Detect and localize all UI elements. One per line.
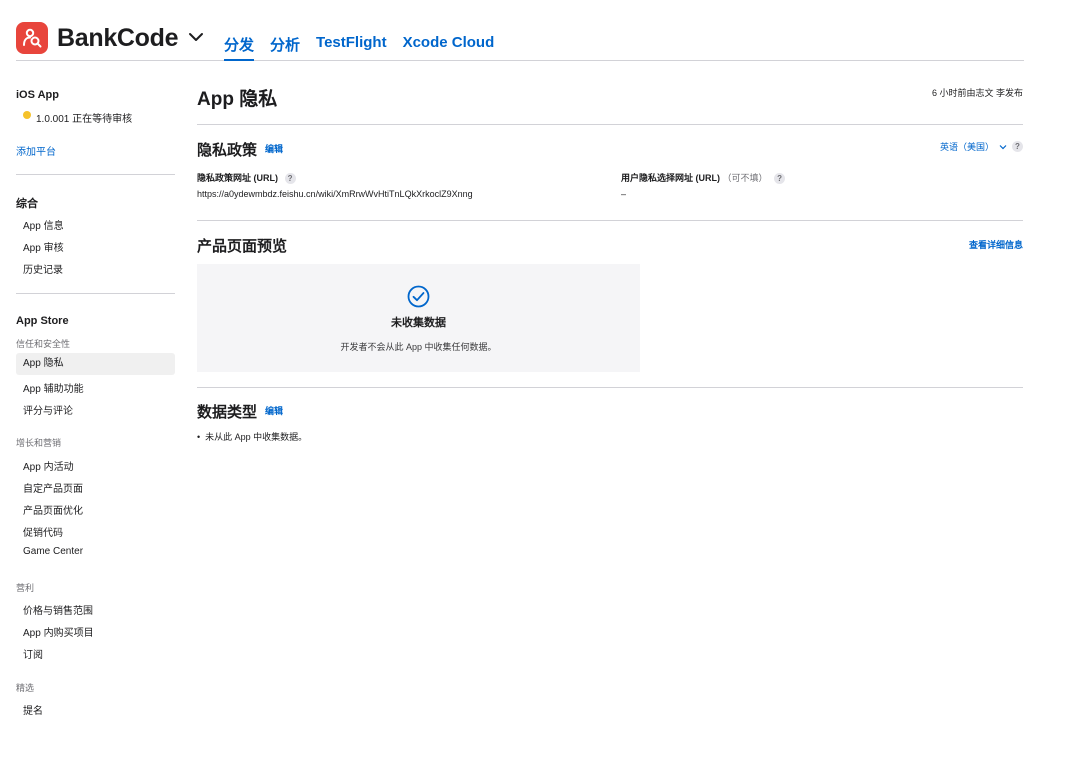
checkmark-circle-icon <box>407 285 430 308</box>
add-platform-link[interactable]: 添加平台 <box>16 143 56 158</box>
sidebar-item-custom-product-pages[interactable]: 自定产品页面 <box>16 480 83 495</box>
sidebar-heading-general: 综合 <box>16 198 38 210</box>
tab-distribution[interactable]: 分发 <box>224 34 255 61</box>
privacy-url-label: 隐私政策网址 (URL) <box>197 173 278 183</box>
choice-url-label-row: 用户隐私选择网址 (URL) （可不填） ? <box>621 171 786 185</box>
sidebar-item-subscriptions[interactable]: 订阅 <box>16 646 43 661</box>
language-selector[interactable]: 英语（美国） ? <box>900 140 1023 153</box>
sidebar-item-accessibility[interactable]: App 辅助功能 <box>16 380 84 395</box>
chevron-down-icon <box>999 144 1007 149</box>
tab-analytics[interactable]: 分析 <box>270 34 300 60</box>
help-icon[interactable]: ? <box>284 173 296 185</box>
section-divider <box>197 220 1023 221</box>
choice-url-value: – <box>621 189 627 199</box>
sidebar-item-product-page-optimization[interactable]: 产品页面优化 <box>16 502 83 517</box>
sidebar-group-featured: 精选 <box>16 683 35 693</box>
choice-url-label: 用户隐私选择网址 (URL) <box>621 173 720 183</box>
sidebar-item-app-privacy[interactable]: App 隐私 <box>16 353 175 375</box>
sidebar-divider <box>16 174 175 175</box>
data-types-bullet-text: 未从此 App 中收集数据。 <box>205 432 308 442</box>
sidebar-item-in-app-purchases[interactable]: App 内购买项目 <box>16 624 94 639</box>
tab-testflight[interactable]: TestFlight <box>316 34 387 60</box>
bullet-icon: • <box>197 432 206 442</box>
sidebar-item-pricing[interactable]: 价格与销售范围 <box>16 602 93 617</box>
data-types-edit-link[interactable]: 编辑 <box>265 404 283 417</box>
tab-xcode-cloud[interactable]: Xcode Cloud <box>403 34 495 60</box>
app-logo-icon <box>23 28 42 48</box>
sidebar-item-history[interactable]: 历史记录 <box>16 261 63 276</box>
data-types-heading: 数据类型 <box>197 404 258 421</box>
privacy-preview-card: 未收集数据 开发者不会从此 App 中收集任何数据。 <box>197 264 640 372</box>
language-label: 英语（美国） <box>939 142 994 152</box>
sidebar-item-nominations[interactable]: 提名 <box>16 702 43 717</box>
sidebar-item-app-review[interactable]: App 审核 <box>16 239 64 254</box>
sidebar-version-status[interactable]: 1.0.001 正在等待审核 <box>29 110 132 125</box>
sidebar-item-game-center[interactable]: Game Center <box>16 546 83 557</box>
page-title: App 隐私 <box>197 89 278 110</box>
app-icon[interactable] <box>16 22 48 54</box>
sidebar-divider <box>16 293 175 294</box>
published-note: 6 小时前由志文 李发布 <box>931 88 1023 98</box>
top-bar: BankCode 分发 分析 TestFlight Xcode Cloud <box>16 22 1024 61</box>
sidebar-platform: iOS App <box>16 89 59 101</box>
sidebar-item-app-info[interactable]: App 信息 <box>16 217 64 232</box>
sidebar-group-growth: 增长和营销 <box>16 438 62 448</box>
chevron-down-icon[interactable] <box>188 30 204 44</box>
privacy-policy-edit-link[interactable]: 编辑 <box>265 142 283 155</box>
view-details-link[interactable]: 查看详细信息 <box>900 238 1023 251</box>
main-tabs: 分发 分析 TestFlight Xcode Cloud <box>224 34 510 61</box>
app-name[interactable]: BankCode <box>57 24 179 53</box>
data-types-bullet: • 未从此 App 中收集数据。 <box>197 430 307 443</box>
privacy-url-value: https://a0ydewmbdz.feishu.cn/wiki/XmRrwW… <box>197 189 473 199</box>
no-data-body: 开发者不会从此 App 中收集任何数据。 <box>340 342 497 352</box>
privacy-url-label-row: 隐私政策网址 (URL) ? <box>197 171 296 185</box>
section-divider <box>197 124 1023 125</box>
sidebar-heading-app-store: App Store <box>16 315 69 327</box>
sidebar-group-monetize: 营利 <box>16 583 35 593</box>
no-data-heading: 未收集数据 <box>391 317 446 329</box>
privacy-policy-heading: 隐私政策 <box>197 142 258 159</box>
help-icon[interactable]: ? <box>774 173 786 185</box>
help-icon[interactable]: ? <box>1012 141 1023 152</box>
sidebar-item-promo-codes[interactable]: 促销代码 <box>16 524 63 539</box>
preview-heading: 产品页面预览 <box>197 238 288 255</box>
sidebar-group-trust: 信任和安全性 <box>16 339 71 349</box>
sidebar-item-ratings[interactable]: 评分与评论 <box>16 402 73 417</box>
choice-url-optional: （可不填） <box>722 173 768 183</box>
section-divider <box>197 387 1023 388</box>
sidebar-item-in-app-events[interactable]: App 内活动 <box>16 458 74 473</box>
